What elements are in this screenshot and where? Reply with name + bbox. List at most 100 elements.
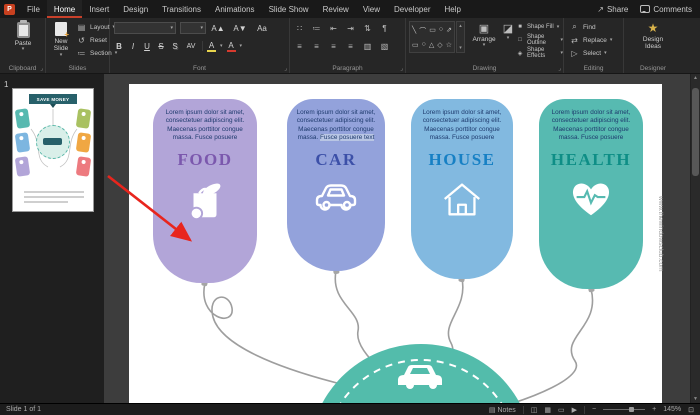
share-button[interactable]: ↗ Share bbox=[597, 5, 628, 14]
tab-design[interactable]: Design bbox=[116, 0, 155, 18]
strikethrough-button[interactable]: S bbox=[156, 42, 166, 51]
underline-button[interactable]: U bbox=[142, 42, 152, 51]
new-slide-button[interactable]: New Slide▾ bbox=[47, 22, 75, 59]
tag-health-body: Lorem ipsum dolor sit amet, consectetuer… bbox=[551, 109, 631, 142]
zoom-slider-handle[interactable] bbox=[629, 406, 635, 412]
numbering-icon[interactable]: ≔ bbox=[311, 24, 322, 33]
notes-button[interactable]: ▤ Notes bbox=[489, 406, 516, 414]
highlight-color-button[interactable]: A bbox=[207, 41, 216, 52]
drawing-dialog-launcher[interactable]: ⌟ bbox=[558, 65, 561, 72]
zoom-in-button[interactable]: + bbox=[652, 406, 656, 413]
powerpoint-window: P File Home Insert Design Transitions An… bbox=[0, 0, 700, 415]
columns-icon[interactable]: ▥ bbox=[362, 42, 373, 51]
smartart-icon[interactable]: ▧ bbox=[379, 42, 390, 51]
paste-button[interactable]: Paste ▾ bbox=[8, 20, 38, 53]
tab-insert[interactable]: Insert bbox=[82, 0, 116, 18]
align-left-icon[interactable]: ≡ bbox=[294, 42, 305, 51]
character-spacing-button[interactable]: AV bbox=[184, 43, 198, 50]
slideshow-button[interactable]: ▶ bbox=[572, 406, 577, 414]
change-case-button[interactable]: Aa bbox=[254, 24, 270, 33]
paragraph-dialog-launcher[interactable]: ⌟ bbox=[400, 65, 403, 72]
shrink-font-button[interactable]: A▼ bbox=[232, 24, 248, 33]
savings-circle bbox=[322, 344, 520, 403]
slide-canvas[interactable]: Lorem ipsum dolor sit amet, consectetuer… bbox=[129, 84, 662, 403]
find-button[interactable]: ⌕ Find bbox=[569, 21, 595, 33]
align-center-icon[interactable]: ≡ bbox=[311, 42, 322, 51]
tab-slideshow[interactable]: Slide Show bbox=[262, 0, 316, 18]
italic-button[interactable]: I bbox=[128, 42, 138, 51]
tab-animations[interactable]: Animations bbox=[208, 0, 262, 18]
tag-car[interactable]: Lorem ipsum dolor sit amet, consectetuer… bbox=[287, 99, 385, 271]
font-size-combo[interactable]: ▾ bbox=[180, 22, 206, 34]
comments-button[interactable]: Comments bbox=[640, 5, 692, 14]
tag-house[interactable]: Lorem ipsum dolor sit amet, consectetuer… bbox=[411, 99, 513, 279]
shape-arc-icon[interactable]: ⌒ bbox=[419, 26, 426, 36]
app-logo-icon: P bbox=[4, 3, 15, 15]
notes-icon: ▤ bbox=[488, 406, 496, 414]
shape-arrow-icon[interactable]: ⇗ bbox=[446, 26, 452, 36]
vertical-scrollbar[interactable]: ▲ ▼ bbox=[690, 74, 700, 403]
reading-view-button[interactable]: ▭ bbox=[558, 406, 565, 414]
font-dialog-launcher[interactable]: ⌟ bbox=[284, 65, 287, 72]
group-drawing: ╲ ⌒ ▭ ○ ⇗ ▭ ○ △ ◇ ☆ ▴ ▾ ▣ Arrange ▾ ◪ ▾ … bbox=[406, 18, 564, 73]
shape-oval-icon[interactable]: ○ bbox=[439, 26, 443, 36]
tab-review[interactable]: Review bbox=[316, 0, 356, 18]
quick-styles-button[interactable]: ◪ ▾ bbox=[501, 23, 515, 41]
shape-rectangle-icon[interactable]: ▭ bbox=[412, 41, 419, 49]
scrollbar-thumb[interactable] bbox=[692, 88, 699, 176]
reset-button[interactable]: ↺ Reset bbox=[76, 34, 107, 46]
fit-slide-button[interactable]: ⊡ bbox=[688, 406, 694, 414]
shape-outline-button[interactable]: □ Shape Outline ▾ bbox=[516, 34, 563, 46]
group-slides: New Slide▾ ▤ Layout▾ ↺ Reset ≔ Section▾ … bbox=[46, 18, 117, 73]
design-ideas-button[interactable]: ★ Design Ideas bbox=[633, 21, 673, 51]
shape-circle-icon[interactable]: ○ bbox=[422, 41, 426, 49]
zoom-slider[interactable] bbox=[603, 406, 646, 412]
reset-icon: ↺ bbox=[78, 35, 85, 45]
select-button[interactable]: ▷ Select ▾ bbox=[569, 47, 606, 59]
tag-house-title: HOUSE bbox=[428, 149, 496, 169]
slide-1-thumbnail[interactable]: SAVE MONEY bbox=[12, 88, 94, 212]
font-color-button[interactable]: A bbox=[226, 41, 236, 52]
shape-fill-button[interactable]: ■ Shape Fill ▾ bbox=[516, 21, 559, 33]
decrease-indent-icon[interactable]: ⇤ bbox=[328, 24, 339, 33]
justify-icon[interactable]: ≡ bbox=[345, 42, 356, 51]
slide-indicator[interactable]: Slide 1 of 1 bbox=[6, 406, 41, 413]
zoom-level[interactable]: 145% bbox=[663, 406, 681, 413]
shape-diamond-icon[interactable]: ◇ bbox=[437, 41, 442, 49]
tab-home[interactable]: Home bbox=[46, 0, 83, 18]
shape-rect-icon[interactable]: ▭ bbox=[429, 26, 436, 36]
quick-styles-icon: ◪ bbox=[502, 23, 514, 35]
arrange-icon: ▣ bbox=[478, 23, 490, 35]
thumbnail-tag-purple bbox=[14, 156, 31, 177]
shape-line-icon[interactable]: ╲ bbox=[412, 26, 416, 36]
tag-health[interactable]: Lorem ipsum dolor sit amet, consectetuer… bbox=[539, 99, 643, 289]
tab-transitions[interactable]: Transitions bbox=[155, 0, 208, 18]
group-paragraph: ∷ ≔ ⇤ ⇥ ⇅ ¶ ≡ ≡ ≡ ≡ ▥ ▧ Paragraph ⌟ bbox=[290, 18, 406, 73]
text-shadow-button[interactable]: S bbox=[170, 42, 180, 51]
bullets-icon[interactable]: ∷ bbox=[294, 24, 305, 33]
increase-indent-icon[interactable]: ⇥ bbox=[345, 24, 356, 33]
zoom-out-button[interactable]: − bbox=[592, 406, 596, 413]
shape-triangle-icon[interactable]: △ bbox=[429, 41, 434, 49]
normal-view-button[interactable]: ◫ bbox=[531, 406, 538, 414]
tab-file[interactable]: File bbox=[20, 0, 47, 18]
grow-font-button[interactable]: A▲ bbox=[210, 24, 226, 33]
shape-star-icon[interactable]: ☆ bbox=[446, 41, 452, 49]
clipboard-dialog-launcher[interactable]: ⌟ bbox=[40, 65, 43, 72]
align-right-icon[interactable]: ≡ bbox=[328, 42, 339, 51]
shape-gallery-scroll[interactable]: ▴ ▾ bbox=[456, 21, 465, 53]
bold-button[interactable]: B bbox=[114, 42, 124, 51]
shape-effects-button[interactable]: ◈ Shape Effects ▾ bbox=[516, 47, 563, 59]
line-spacing-icon[interactable]: ⇅ bbox=[362, 24, 373, 33]
slide-sorter-view-button[interactable]: ▦ bbox=[544, 406, 551, 414]
tab-view[interactable]: View bbox=[356, 0, 387, 18]
status-bar: Slide 1 of 1 ▤ Notes ◫ ▦ ▭ ▶ − + 145% ⊡ bbox=[0, 403, 700, 415]
tag-food[interactable]: Lorem ipsum dolor sit amet, consectetuer… bbox=[153, 99, 257, 283]
tab-help[interactable]: Help bbox=[438, 0, 468, 18]
shape-gallery[interactable]: ╲ ⌒ ▭ ○ ⇗ ▭ ○ △ ◇ ☆ bbox=[409, 21, 455, 53]
paragraph-marks-icon[interactable]: ¶ bbox=[379, 24, 390, 33]
font-name-combo[interactable]: ▾ bbox=[114, 22, 176, 34]
replace-button[interactable]: ⇄ Replace ▾ bbox=[569, 34, 612, 46]
tab-developer[interactable]: Developer bbox=[387, 0, 437, 18]
arrange-button[interactable]: ▣ Arrange ▾ bbox=[468, 23, 500, 49]
